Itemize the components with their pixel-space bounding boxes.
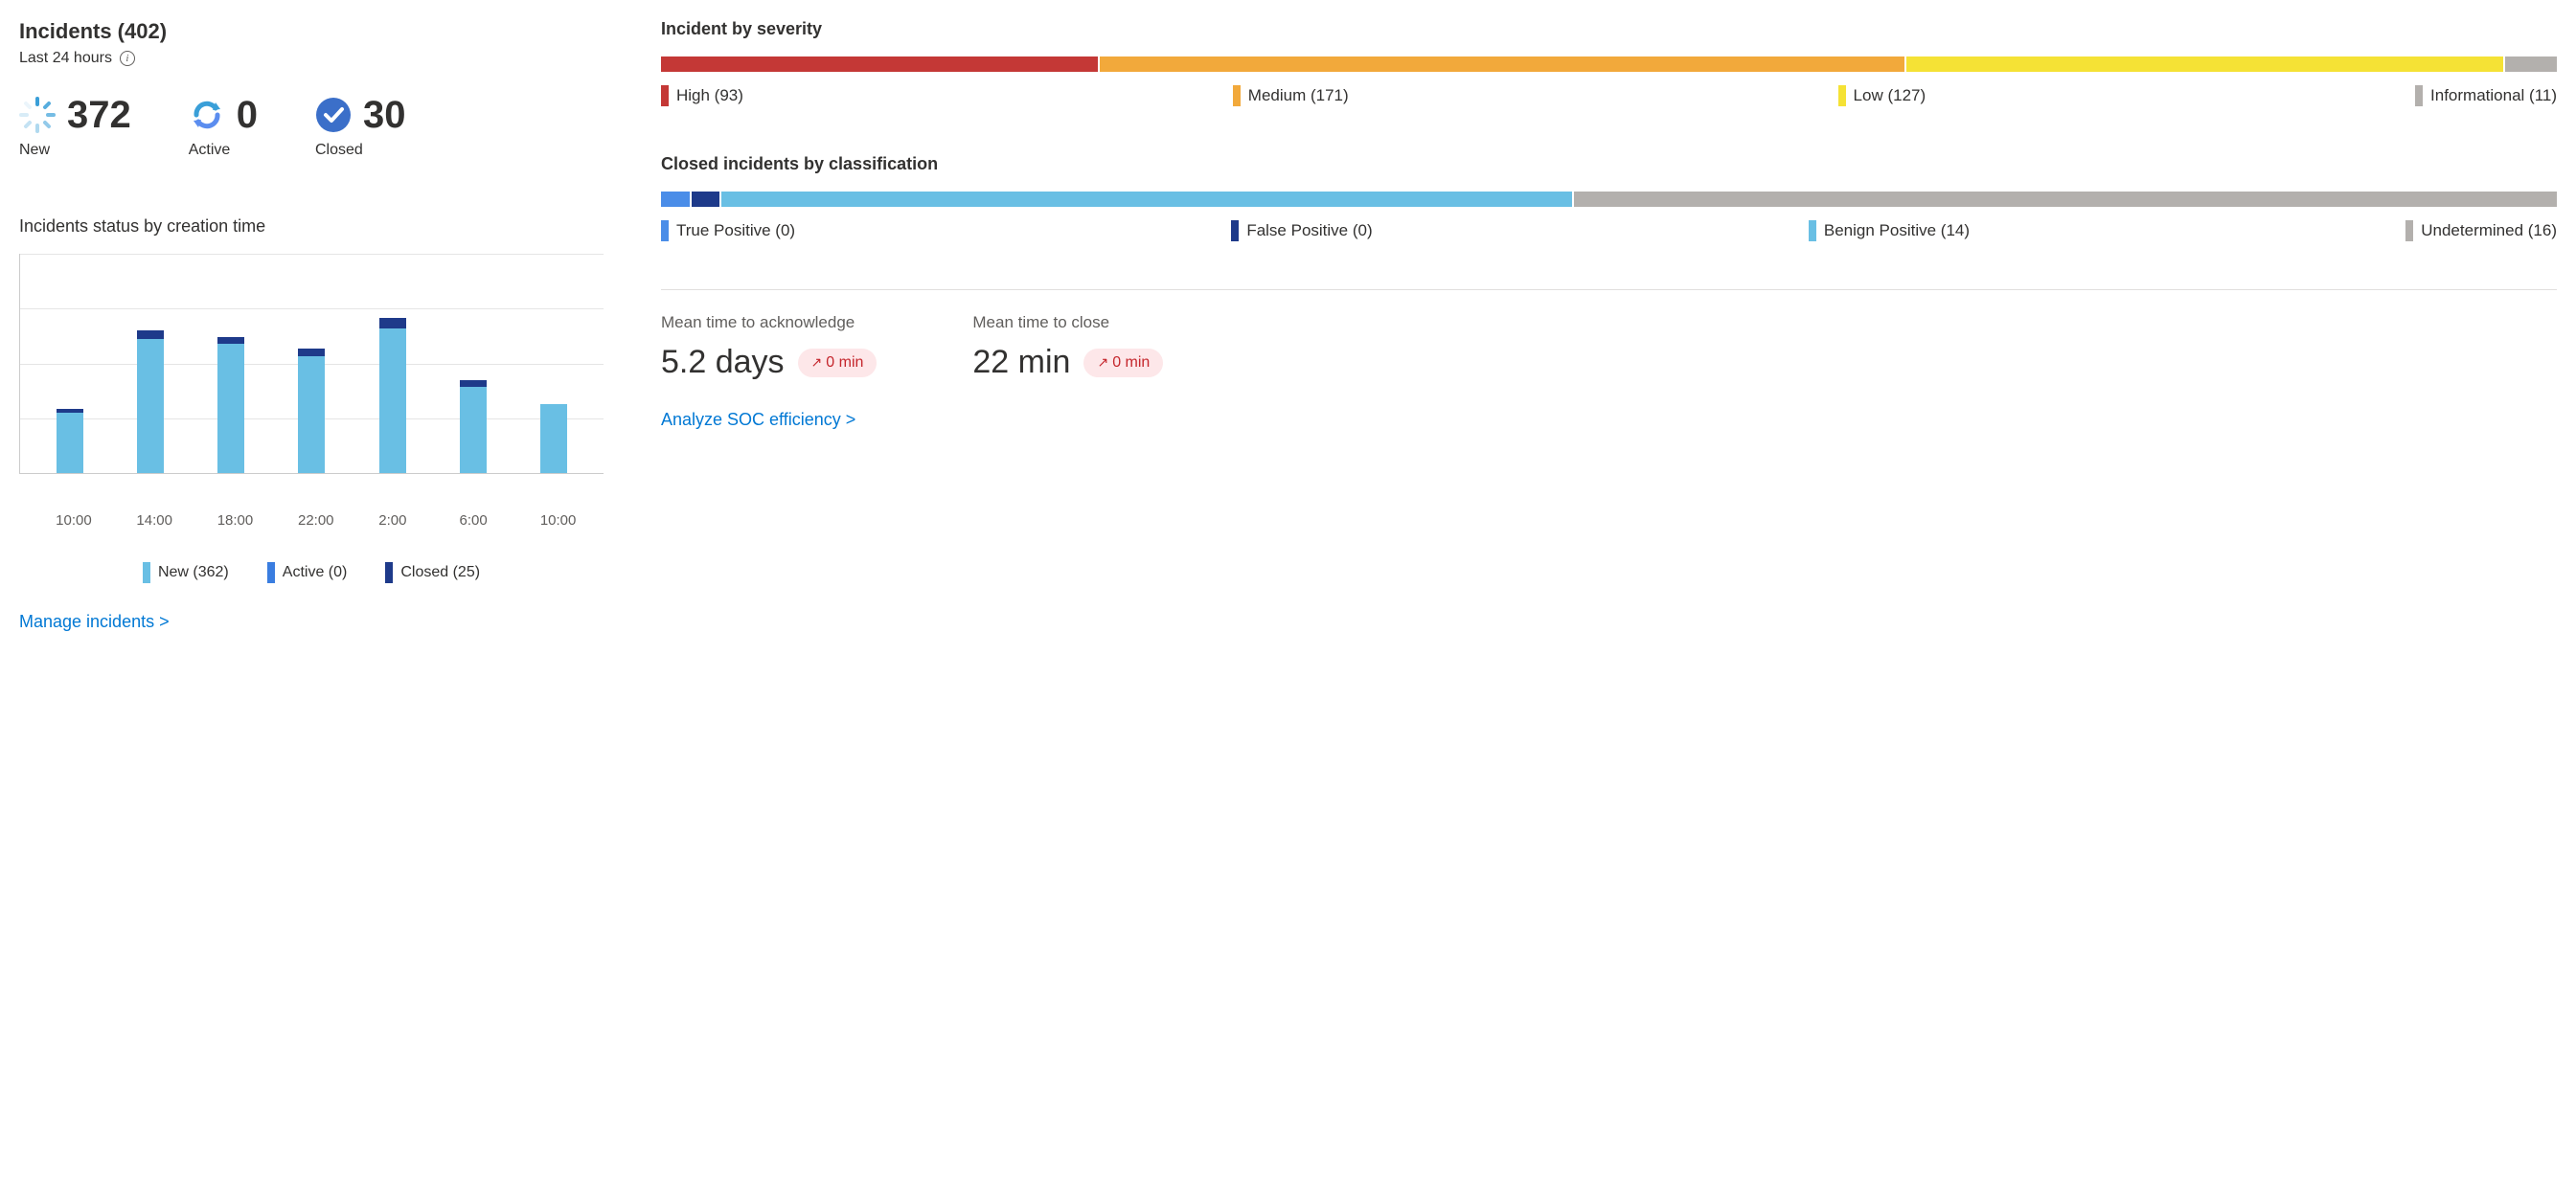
analyze-soc-link[interactable]: Analyze SOC efficiency > <box>661 410 855 430</box>
x-tick: 10:00 <box>56 512 82 529</box>
bar-10:00 <box>57 254 83 473</box>
metric-ack-badge: ↗ 0 min <box>798 349 878 377</box>
severity-legend-item: High (93) <box>661 85 743 106</box>
manage-incidents-link[interactable]: Manage incidents > <box>19 612 170 632</box>
info-icon[interactable]: i <box>120 51 135 66</box>
page-title: Incidents (402) <box>19 19 604 44</box>
x-tick: 14:00 <box>136 512 163 529</box>
bar-6:00 <box>460 254 487 473</box>
x-tick: 10:00 <box>540 512 567 529</box>
severity-title: Incident by severity <box>661 19 2557 39</box>
trend-up-icon: ↗ <box>811 354 823 371</box>
classification-seg <box>1574 192 2557 207</box>
legend-active: Active (0) <box>267 562 348 583</box>
x-tick: 6:00 <box>460 512 487 529</box>
metric-close-badge: ↗ 0 min <box>1083 349 1163 377</box>
severity-legend-item: Informational (11) <box>2415 85 2557 106</box>
classification-legend-item: Benign Positive (14) <box>1809 220 1970 241</box>
trend-up-icon: ↗ <box>1097 354 1108 371</box>
x-tick: 2:00 <box>378 512 405 529</box>
classification-bar <box>661 192 2557 207</box>
divider <box>661 289 2557 290</box>
x-tick: 22:00 <box>298 512 325 529</box>
severity-seg <box>1100 56 1904 72</box>
severity-seg <box>1906 56 2503 72</box>
classification-legend-item: Undetermined (16) <box>2405 220 2557 241</box>
classification-section: Closed incidents by classification True … <box>661 154 2557 241</box>
metric-close-value: 22 min <box>972 344 1070 381</box>
stat-new-value: 372 <box>67 96 131 134</box>
metric-close: Mean time to close 22 min ↗ 0 min <box>972 313 1163 381</box>
stat-closed[interactable]: 30 Closed <box>315 96 406 159</box>
severity-legend: High (93) Medium (171) Low (127) Informatio… <box>661 85 2557 106</box>
legend-new: New (362) <box>143 562 229 583</box>
stat-active[interactable]: 0 Active <box>189 96 258 159</box>
status-bar-chart <box>19 254 604 474</box>
bar-18:00 <box>217 254 244 473</box>
refresh-icon <box>189 97 225 133</box>
classification-legend-item: True Positive (0) <box>661 220 795 241</box>
status-chart-legend: New (362) Active (0) Closed (25) <box>19 562 604 583</box>
stat-new-label: New <box>19 142 131 159</box>
bar-10:00 <box>540 254 567 473</box>
severity-bar <box>661 56 2557 72</box>
classification-seg <box>661 192 690 207</box>
classification-legend: True Positive (0) False Positive (0) Benig… <box>661 220 2557 241</box>
severity-section: Incident by severity High (93) Medium (17… <box>661 19 2557 106</box>
legend-closed: Closed (25) <box>385 562 480 583</box>
status-chart-section: Incidents status by creation time 10:00 1… <box>19 216 604 583</box>
classification-seg <box>721 192 1572 207</box>
stat-summary-row: 372 New 0 Active <box>19 96 604 159</box>
metric-ack-value: 5.2 days <box>661 344 785 381</box>
classification-legend-item: False Positive (0) <box>1231 220 1372 241</box>
metric-ack-label: Mean time to acknowledge <box>661 313 877 332</box>
metrics-row: Mean time to acknowledge 5.2 days ↗ 0 mi… <box>661 313 2557 381</box>
status-chart-title: Incidents status by creation time <box>19 216 604 237</box>
severity-legend-item: Low (127) <box>1838 85 1926 106</box>
bar-14:00 <box>137 254 164 473</box>
classification-title: Closed incidents by classification <box>661 154 2557 174</box>
stat-new[interactable]: 372 New <box>19 96 131 159</box>
severity-seg <box>661 56 1098 72</box>
severity-seg <box>2505 56 2557 72</box>
time-range-text: Last 24 hours <box>19 50 112 67</box>
stat-closed-label: Closed <box>315 142 406 159</box>
checkmark-circle-icon <box>315 97 352 133</box>
bar-2:00 <box>379 254 406 473</box>
metric-ack: Mean time to acknowledge 5.2 days ↗ 0 mi… <box>661 313 877 381</box>
metric-close-label: Mean time to close <box>972 313 1163 332</box>
stat-active-label: Active <box>189 142 258 159</box>
classification-seg <box>692 192 720 207</box>
stat-closed-value: 30 <box>363 96 406 134</box>
severity-legend-item: Medium (171) <box>1233 85 1349 106</box>
spinner-icon <box>19 97 56 133</box>
stat-active-value: 0 <box>237 96 258 134</box>
bar-22:00 <box>298 254 325 473</box>
time-range: Last 24 hours i <box>19 50 604 67</box>
x-tick: 18:00 <box>217 512 244 529</box>
